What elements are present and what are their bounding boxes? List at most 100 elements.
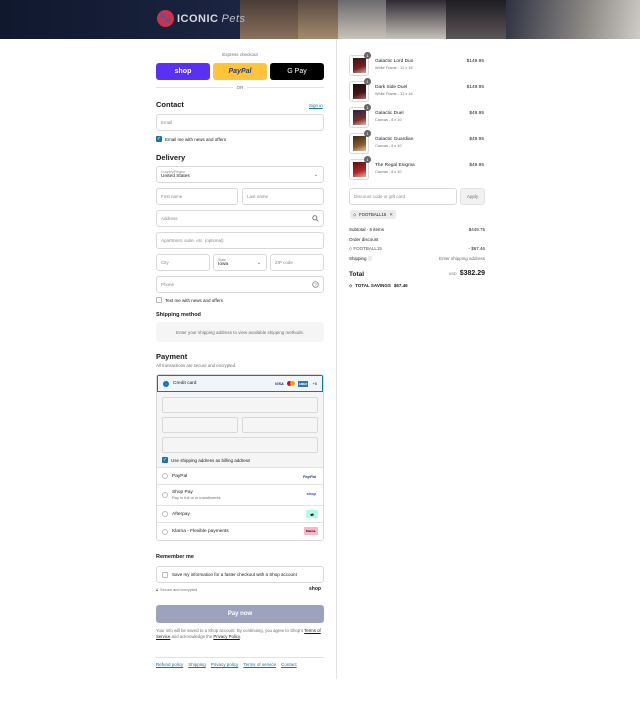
subtotal-row: Subtotal · 5 items $449.75 (349, 227, 485, 232)
phone-placeholder: Phone (161, 282, 175, 287)
payment-subtitle: All transactions are secure and encrypte… (156, 363, 237, 368)
store-logo[interactable]: 🐾 ICONIC Pets (157, 10, 246, 27)
paw-icon: 🐾 (157, 10, 174, 27)
product-variant: White Frame - 12 x 16 (375, 92, 413, 96)
legal-text-intro: Your info will be saved to a Shop accoun… (156, 628, 304, 633)
remember-me-checkbox[interactable]: Save my information for a faster checkou… (156, 566, 324, 583)
amex-icon: AMEX (297, 380, 309, 387)
state-select[interactable]: State Iowa ⌄ (213, 254, 267, 271)
discount-placeholder: Discount code or gift card (354, 194, 406, 199)
cart-item: 1 Galactic Duel Canvas - 8 x 10 $49.95 (349, 104, 484, 129)
shipping-method-placeholder: Enter your shipping address to view avai… (156, 322, 324, 342)
help-icon[interactable]: ? (312, 281, 319, 288)
chevron-down-icon: ⌄ (256, 260, 261, 266)
shop-pay-button[interactable]: shop (156, 63, 210, 80)
product-price: $149.95 (466, 85, 484, 90)
discount-code-input[interactable]: Discount code or gift card (349, 188, 457, 205)
afterpay-logo-icon: ⇄ (306, 510, 318, 518)
apply-discount-button[interactable]: Apply (460, 188, 485, 205)
shipping-row: Shipping ⓘ Enter shipping address (349, 256, 485, 262)
apartment-placeholder: Apartment, suite, etc. (optional) (161, 238, 224, 243)
shipping-method-heading: Shipping method (156, 312, 201, 318)
email-field[interactable]: Email (156, 114, 324, 131)
subtotal-value: $449.75 (468, 227, 485, 232)
country-select[interactable]: Country/Region United States ⌄ (156, 166, 324, 183)
shop-pay-logo-icon: shop (306, 490, 316, 496)
billing-same-checkbox[interactable]: ✓ Use shipping address as billing addres… (162, 457, 318, 463)
or-divider: OR (156, 85, 324, 90)
privacy-link[interactable]: Privacy Policy (213, 634, 239, 639)
help-icon[interactable]: ⓘ (368, 256, 373, 261)
paypal-logo-icon: PayPal (302, 473, 316, 479)
pet-photo (506, 0, 640, 39)
paypal-button[interactable]: PayPal (213, 63, 267, 80)
address-placeholder: Address (161, 216, 178, 221)
product-price: $49.95 (469, 111, 484, 116)
pay-now-button[interactable]: Pay now (156, 605, 324, 623)
email-news-checkbox[interactable]: ✓ Email me with news and offers (156, 136, 226, 142)
city-field[interactable]: City (156, 254, 210, 271)
google-pay-button[interactable]: G Pay (270, 63, 324, 80)
product-price: $49.95 (469, 137, 484, 142)
apartment-field[interactable]: Apartment, suite, etc. (optional) (156, 232, 324, 249)
discount-amount: - $67.46 (468, 246, 485, 251)
phone-field[interactable]: Phone ? (156, 276, 324, 293)
product-name: Galactic Lord Duo (375, 59, 414, 64)
afterpay-option[interactable]: Afterpay ⇄ (157, 506, 323, 523)
privacy-policy-link[interactable]: Privacy policy (211, 662, 239, 667)
discount-code-label: FOOTBALL15 (353, 246, 382, 251)
cart-item: 1 The Regal Enigma Canvas - 8 x 10 $49.9… (349, 156, 484, 181)
product-price: $49.95 (469, 163, 484, 168)
address-field[interactable]: Address (156, 210, 324, 227)
svg-text:?: ? (314, 282, 317, 287)
legal-text-mid: and acknowledge the (171, 634, 213, 639)
pet-photo (240, 0, 298, 39)
product-name: Galactic Duel (375, 111, 404, 116)
card-expiry-field[interactable] (162, 417, 238, 433)
paypal-option[interactable]: PayPal PayPal (157, 468, 323, 485)
shipping-policy-link[interactable]: Shipping (188, 662, 206, 667)
payment-heading: Payment (156, 352, 188, 361)
close-icon[interactable]: ✕ (389, 212, 393, 218)
sign-in-link[interactable]: Sign in (309, 103, 323, 108)
tag-icon: ⬦ (353, 212, 357, 217)
card-number-field[interactable] (162, 397, 318, 413)
checkbox-unchecked-icon (156, 297, 162, 303)
delivery-heading: Delivery (156, 153, 186, 162)
klarna-option[interactable]: Klarna - Flexible payments Klarna. (157, 523, 323, 540)
contact-link[interactable]: Contact (281, 662, 297, 667)
last-name-field[interactable]: Last name (242, 188, 324, 205)
card-security-code-field[interactable] (242, 417, 318, 433)
contact-heading: Contact (156, 100, 184, 109)
legal-text: Your info will be saved to a Shop accoun… (156, 628, 324, 640)
sms-news-label: Text me with news and offers (165, 297, 223, 303)
shop-pay-option[interactable]: Shop Pay Pay in full or in installments … (157, 485, 323, 506)
checkbox-unchecked-icon (162, 571, 168, 578)
shop-logo-icon: shop (309, 586, 321, 592)
subtotal-label: Subtotal · 5 items (349, 227, 385, 232)
product-name: Galactic Guardian (375, 137, 414, 142)
credit-card-option[interactable]: Credit card VISA AMEX +5 (157, 375, 323, 392)
klarna-label: Klarna - Flexible payments (172, 529, 229, 534)
brand-name: ICONIC (177, 12, 219, 25)
quantity-badge: 1 (364, 156, 371, 163)
total-label: Total (349, 271, 365, 278)
card-name-field[interactable] (162, 437, 318, 453)
savings-label: TOTAL SAVINGS (355, 283, 391, 288)
order-discount-row: Order discount (349, 237, 485, 242)
discount-code-row: ⬦ FOOTBALL15 - $67.46 (349, 246, 485, 251)
tag-icon: ⬦ (349, 246, 353, 251)
first-name-field[interactable]: First name (156, 188, 238, 205)
credit-card-label: Credit card (173, 381, 197, 386)
shop-pay-sublabel: Pay in full or in installments (172, 495, 221, 500)
product-variant: Canvas - 8 x 10 (375, 118, 402, 122)
total-savings: ⬦ TOTAL SAVINGS $67.46 (349, 283, 408, 288)
sms-news-checkbox[interactable]: Text me with news and offers (156, 297, 223, 303)
terms-of-service-link[interactable]: Terms of service (243, 662, 276, 667)
refund-policy-link[interactable]: Refund policy (156, 662, 183, 667)
zip-field[interactable]: ZIP code (270, 254, 324, 271)
klarna-logo-icon: Klarna. (303, 527, 318, 535)
or-label: OR (236, 85, 244, 90)
quantity-badge: 1 (364, 52, 371, 59)
product-variant: White Frame - 12 x 16 (375, 66, 413, 70)
